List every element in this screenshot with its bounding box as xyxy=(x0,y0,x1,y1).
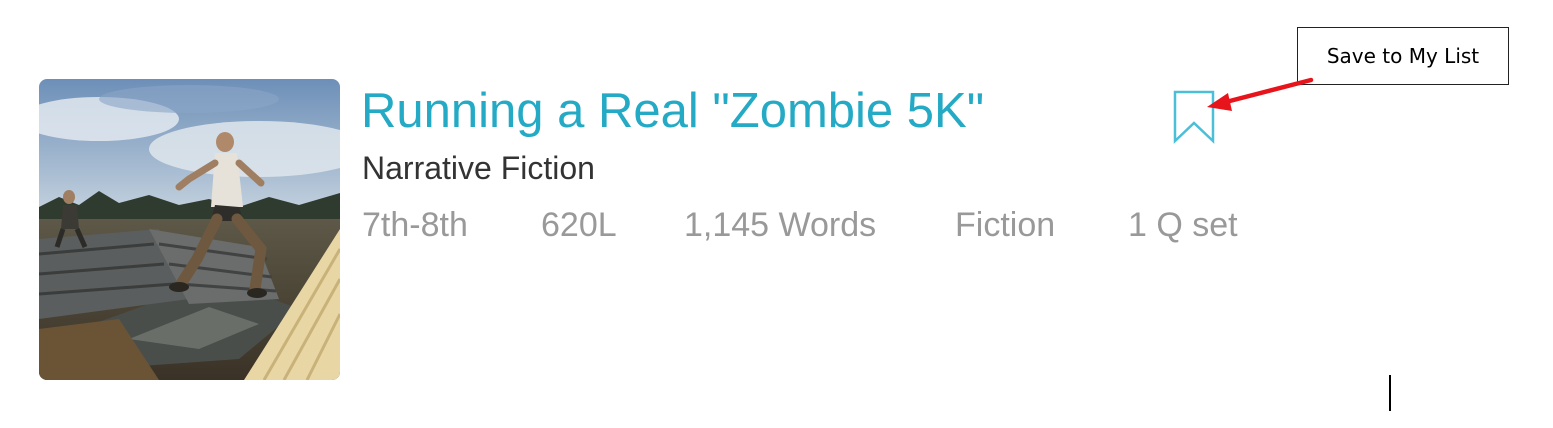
text-cursor xyxy=(1389,375,1391,411)
annotation-arrow-icon xyxy=(1207,77,1314,111)
